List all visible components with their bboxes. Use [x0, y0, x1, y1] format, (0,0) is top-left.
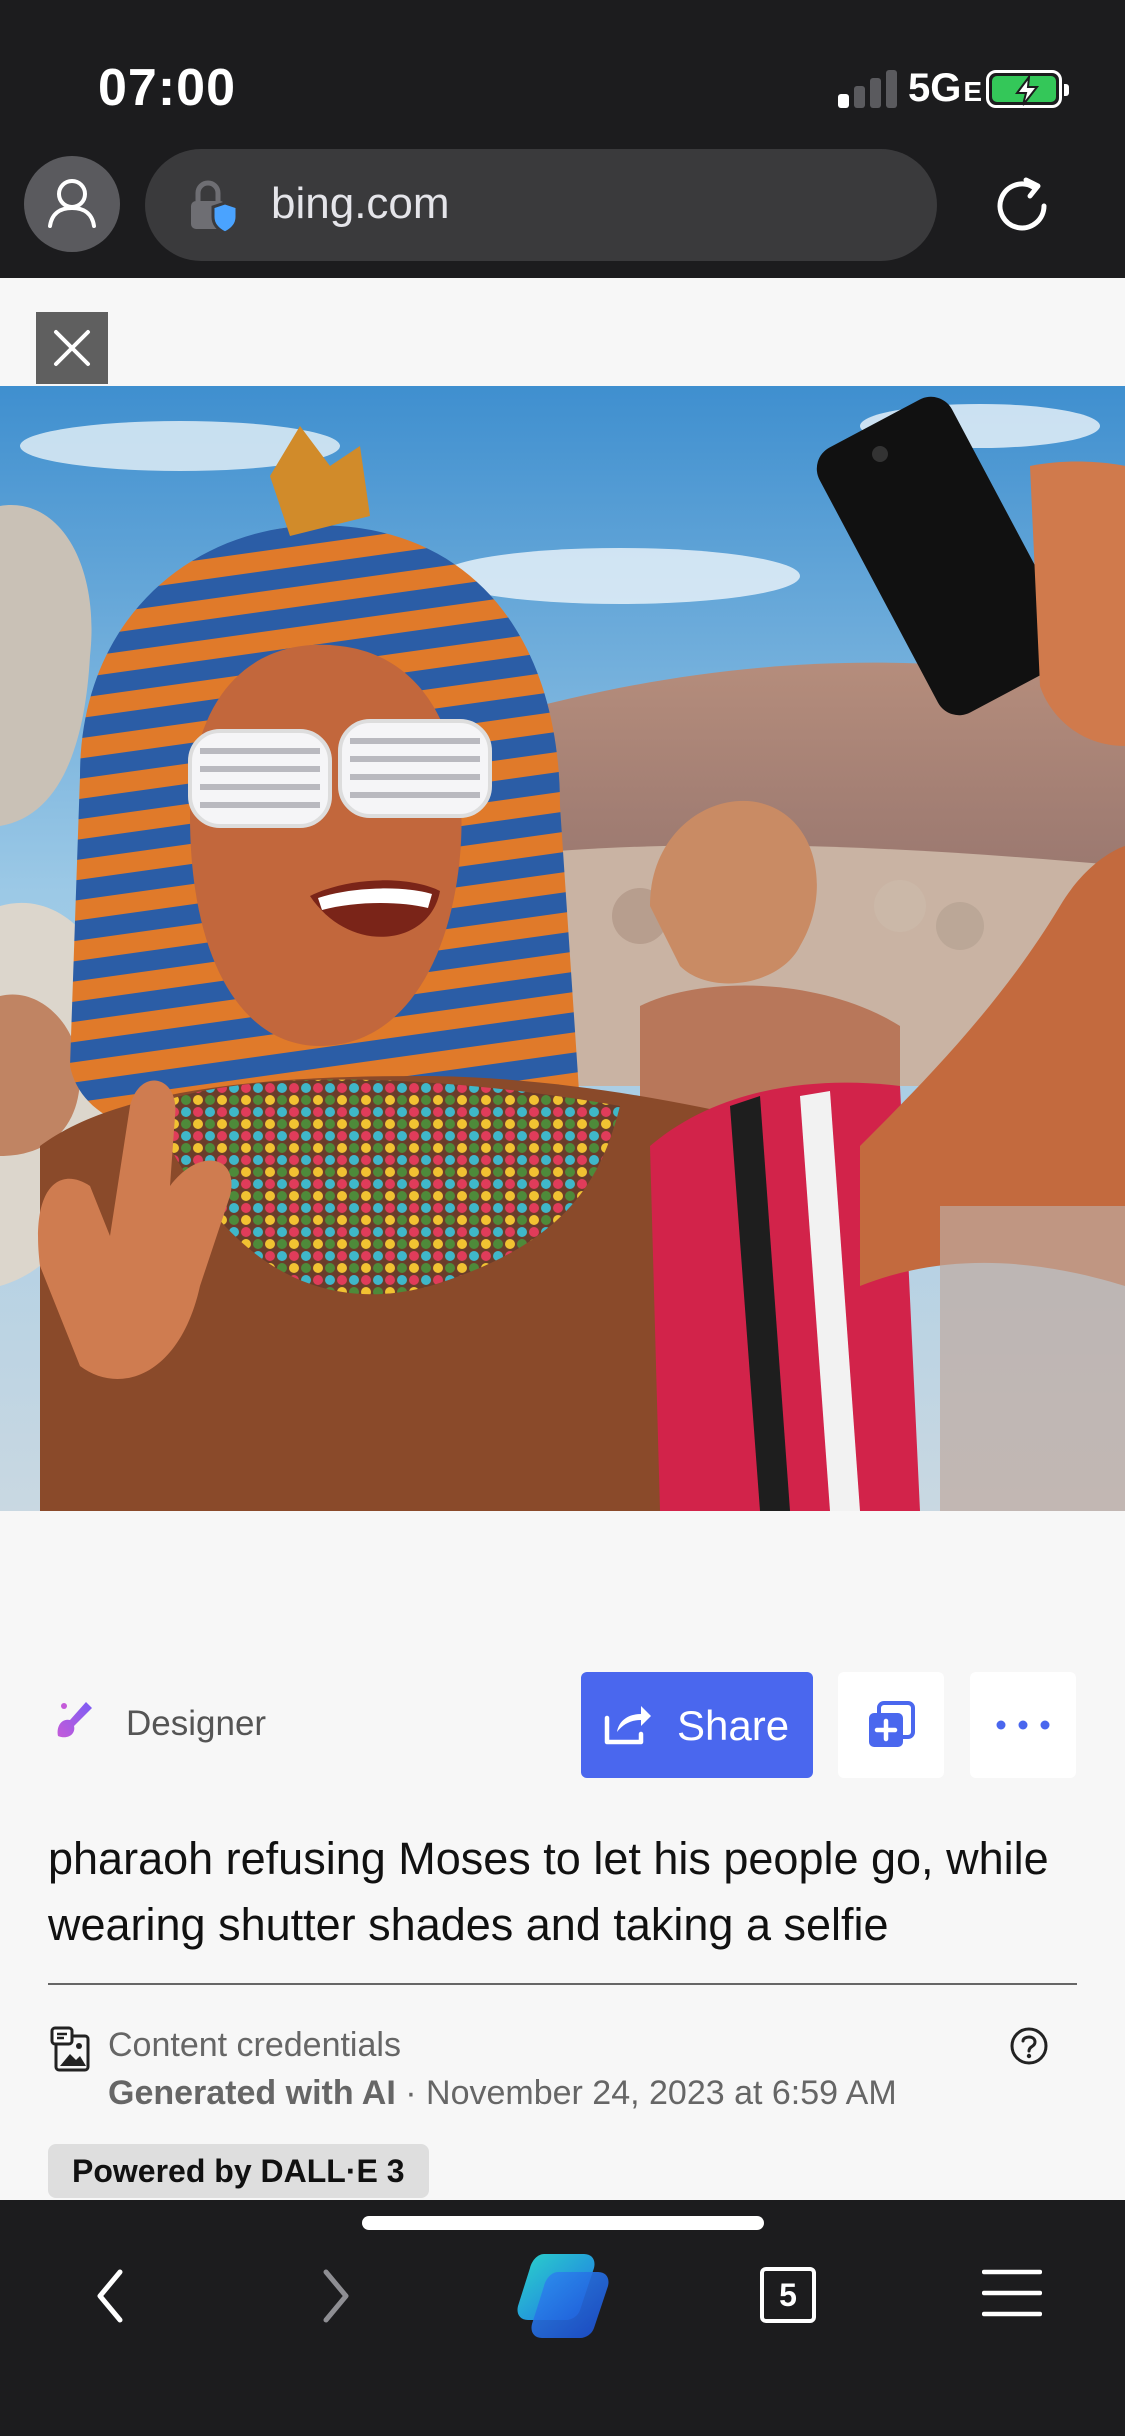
browser-address-bar: bing.com: [0, 140, 1125, 278]
signal-icon: [838, 68, 904, 108]
add-to-collection-button[interactable]: [838, 1672, 944, 1778]
status-bar: 07:00 5GE: [0, 0, 1125, 140]
network-indicator: 5GE: [908, 66, 983, 110]
share-icon: [604, 1706, 651, 1745]
content-credentials-title: Content credentials: [108, 2026, 401, 2064]
bottom-toolbar: 5: [0, 2200, 1125, 2436]
powered-by-badge: Powered by DALL·E 3: [48, 2144, 429, 2198]
generated-with-ai-label: Generated with AI: [108, 2074, 396, 2112]
copilot-icon[interactable]: [514, 2250, 610, 2340]
menu-icon[interactable]: [982, 2268, 1042, 2318]
help-icon[interactable]: [1009, 2026, 1049, 2066]
person-icon: [48, 179, 96, 228]
share-label: Share: [677, 1702, 790, 1749]
divider: [48, 1983, 1077, 1985]
battery-icon: [986, 70, 1069, 108]
more-icon: [996, 1720, 1050, 1730]
url-text: bing.com: [271, 179, 450, 228]
designer-label: Designer: [126, 1704, 267, 1743]
forward-icon[interactable]: [316, 2266, 356, 2326]
add-to-collection-icon: [869, 1701, 915, 1747]
profile-button[interactable]: [24, 156, 120, 252]
tabs-button[interactable]: 5: [760, 2267, 816, 2323]
image-prompt-text: pharaoh refusing Moses to let his people…: [48, 1833, 1049, 1950]
home-indicator[interactable]: [362, 2216, 764, 2230]
close-button[interactable]: [36, 312, 108, 384]
charging-bolt-icon: [1015, 75, 1040, 106]
content-credentials-icon[interactable]: [50, 2026, 92, 2074]
credentials-separator: ·: [395, 2074, 427, 2112]
back-icon[interactable]: [90, 2266, 130, 2326]
status-time: 07:00: [98, 59, 236, 117]
image-detail-panel: Designer Share pharaoh refusing Moses to…: [0, 278, 1125, 2200]
share-button[interactable]: Share: [581, 1672, 813, 1778]
more-options-button[interactable]: [970, 1672, 1076, 1778]
generated-date: November 24, 2023 at 6:59 AM: [426, 2074, 897, 2112]
designer-icon: [57, 1702, 92, 1738]
content-credentials-details: Generated with AI · November 24, 2023 at…: [108, 2074, 897, 2113]
pharaoh-selfie-illustration: [0, 386, 1125, 1511]
generated-image[interactable]: [0, 386, 1125, 1511]
reload-icon[interactable]: [990, 174, 1054, 238]
lock-shield-icon[interactable]: [189, 179, 241, 235]
url-field[interactable]: bing.com: [145, 149, 937, 261]
close-icon: [54, 330, 90, 366]
